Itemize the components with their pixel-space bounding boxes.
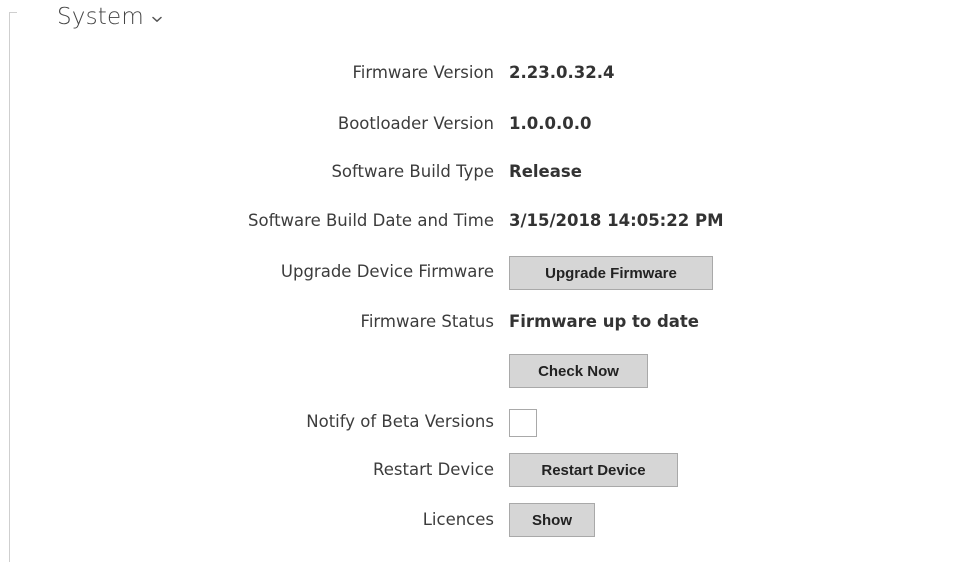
- section-bracket-tick: [9, 12, 17, 13]
- build-type-label: Software Build Type: [331, 162, 494, 181]
- licences-label: Licences: [422, 510, 494, 529]
- licences-show-button[interactable]: Show: [509, 503, 595, 537]
- firmware-version-label: Firmware Version: [352, 63, 494, 82]
- bootloader-version-value: 1.0.0.0.0: [509, 114, 592, 133]
- firmware-version-value: 2.23.0.32.4: [509, 63, 615, 82]
- restart-device-label: Restart Device: [373, 460, 494, 479]
- bootloader-version-label: Bootloader Version: [337, 114, 494, 133]
- upgrade-firmware-button[interactable]: Upgrade Firmware: [509, 256, 713, 290]
- notify-beta-checkbox[interactable]: [509, 409, 537, 437]
- chevron-down-icon: [152, 16, 162, 23]
- section-bracket-line: [9, 12, 10, 562]
- firmware-status-value: Firmware up to date: [509, 312, 699, 331]
- restart-device-button[interactable]: Restart Device: [509, 453, 678, 487]
- notify-beta-label: Notify of Beta Versions: [306, 412, 494, 431]
- firmware-status-label: Firmware Status: [360, 312, 494, 331]
- build-date-value: 3/15/2018 14:05:22 PM: [509, 211, 724, 230]
- upgrade-firmware-label: Upgrade Device Firmware: [280, 262, 494, 281]
- check-now-button[interactable]: Check Now: [509, 354, 648, 388]
- section-title: System: [57, 4, 144, 30]
- build-type-value: Release: [509, 162, 582, 181]
- section-header-system[interactable]: System: [57, 4, 162, 30]
- build-date-label: Software Build Date and Time: [248, 211, 494, 230]
